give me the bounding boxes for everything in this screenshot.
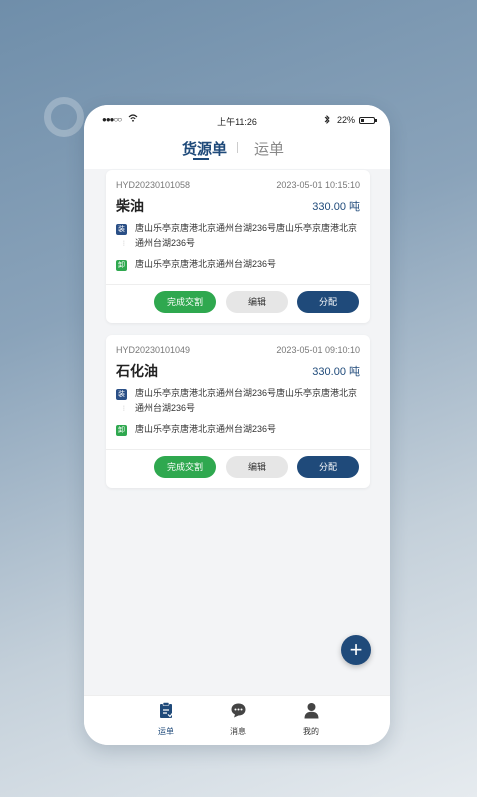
load-address: 唐山乐亭京唐港北京通州台湖236号唐山乐亭京唐港北京通州台湖236号 (135, 223, 358, 248)
nav-label-message: 消息 (230, 727, 246, 736)
waybill-icon (158, 702, 174, 723)
nav-item-message[interactable]: 消息 (218, 702, 258, 737)
tab-separator (237, 142, 238, 153)
edit-button[interactable]: 编辑 (226, 456, 288, 478)
cargo-card[interactable]: HYD20230101049 2023-05-01 09:10:10 石化油 3… (106, 335, 370, 488)
bottom-nav: 运单 消息 我的 (84, 695, 390, 745)
user-icon (303, 703, 320, 723)
phone-screen: ●●●○○ 上午11:26 22% 货源单 运单 HYD20230101058 … (84, 105, 390, 745)
route-dots: ⋮ (121, 406, 127, 412)
battery-percent: 22% (337, 115, 356, 125)
tab-active-indicator (193, 158, 209, 160)
route-dots: ⋮ (121, 241, 127, 247)
unload-tag: 卸 (116, 425, 127, 436)
cargo-name: 柴油 (116, 198, 144, 214)
status-bar: ●●●○○ 上午11:26 22% (84, 105, 390, 135)
nav-label-profile: 我的 (303, 727, 319, 736)
load-tag: 装 (116, 389, 127, 400)
unload-address: 唐山乐亭京唐港北京通州台湖236号 (135, 259, 277, 269)
complete-delivery-button[interactable]: 完成交割 (154, 291, 216, 313)
order-id: HYD20230101058 (116, 180, 191, 190)
bluetooth-icon (324, 114, 330, 126)
load-tag: 装 (116, 224, 127, 235)
order-id: HYD20230101049 (116, 345, 191, 355)
order-date: 2023-05-01 10:15:10 (276, 180, 360, 190)
edit-button[interactable]: 编辑 (226, 291, 288, 313)
plus-icon: + (349, 637, 363, 662)
assign-button[interactable]: 分配 (297, 291, 359, 313)
decorative-ring (44, 97, 84, 137)
assign-button[interactable]: 分配 (297, 456, 359, 478)
tab-bar: 货源单 运单 (84, 135, 390, 169)
tab-waybill[interactable]: 运单 (254, 138, 284, 159)
load-address: 唐山乐亭京唐港北京通州台湖236号唐山乐亭京唐港北京通州台湖236号 (135, 388, 358, 413)
order-date: 2023-05-01 09:10:10 (276, 345, 360, 355)
card-divider (106, 449, 370, 450)
battery-icon (359, 117, 377, 124)
complete-delivery-button[interactable]: 完成交割 (154, 456, 216, 478)
cargo-weight: 330.00 吨 (312, 201, 360, 213)
nav-item-profile[interactable]: 我的 (291, 702, 331, 737)
card-divider (106, 284, 370, 285)
message-icon (230, 703, 247, 723)
cargo-name: 石化油 (116, 363, 158, 379)
nav-label-waybill: 运单 (158, 727, 174, 736)
cargo-card[interactable]: HYD20230101058 2023-05-01 10:15:10 柴油 33… (106, 170, 370, 323)
unload-tag: 卸 (116, 260, 127, 271)
cargo-weight: 330.00 吨 (312, 366, 360, 378)
add-button[interactable]: + (341, 635, 371, 665)
tab-cargo-source[interactable]: 货源单 (182, 138, 227, 159)
nav-item-waybill[interactable]: 运单 (146, 702, 186, 737)
unload-address: 唐山乐亭京唐港北京通州台湖236号 (135, 424, 277, 434)
